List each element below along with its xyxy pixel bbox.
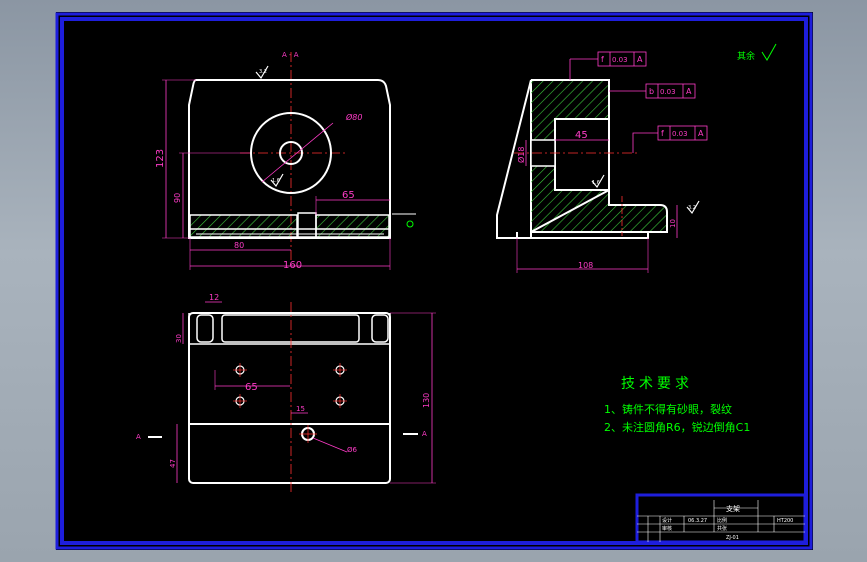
title-part-name: 支架	[726, 504, 740, 513]
top-dim-slot-depth: 30	[175, 334, 183, 343]
drawing-sheet: A - A Ø80 3.2 1.6 123 90 80 160 65 f 0.0…	[55, 12, 813, 550]
top-dim-hole-offset: 15	[296, 405, 305, 413]
top-dim-length: 130	[422, 393, 431, 408]
title-drawing-no: ZJ-01	[726, 535, 739, 541]
roughness-top-value: 3.2	[259, 69, 267, 75]
requirements-heading: 技术要求	[621, 376, 693, 392]
roughness-inner-value: 1.6	[592, 180, 600, 186]
svg-text:0.03: 0.03	[672, 130, 688, 138]
title-sheet-label: 共张	[717, 525, 727, 532]
roughness-note: 其余	[737, 50, 755, 62]
title-designer: 设计	[662, 517, 672, 524]
title-material: HT200	[777, 518, 793, 524]
top-dim-hole: Ø6	[347, 446, 358, 454]
section-arrow-left-label: A	[136, 433, 141, 441]
section-arrow-right-label: A	[422, 430, 427, 438]
svg-text:0.03: 0.03	[660, 88, 676, 96]
svg-text:b: b	[649, 87, 654, 96]
requirement-item-1: 1、铸件不得有砂眼，裂纹	[604, 402, 732, 416]
svg-text:A: A	[698, 129, 704, 138]
title-date: 06.3.27	[688, 518, 707, 524]
svg-text:f: f	[661, 129, 664, 138]
top-dim-hole-spacing: 65	[245, 382, 258, 393]
roughness-bore-value: 1.6	[272, 178, 280, 184]
svg-text:A: A	[637, 55, 643, 64]
title-checker: 审核	[662, 525, 672, 532]
front-dim-height-total: 123	[155, 149, 166, 168]
svg-text:0.03: 0.03	[612, 56, 628, 64]
side-dim-base-height: 10	[669, 219, 677, 228]
front-dim-offset: 65	[342, 190, 355, 201]
drawing-area	[56, 12, 813, 550]
side-dim-slot: 45	[575, 130, 588, 141]
front-dim-width-total: 160	[283, 260, 302, 271]
front-dim-height-bore: 90	[173, 193, 182, 203]
svg-text:f: f	[601, 55, 604, 64]
front-dim-half-width: 80	[234, 241, 244, 250]
top-dim-bottom: 47	[169, 459, 177, 468]
svg-text:A: A	[686, 87, 692, 96]
top-dim-slot-width: 12	[209, 293, 219, 302]
section-label: A - A	[282, 51, 299, 59]
front-dim-diameter: Ø80	[345, 112, 362, 122]
side-dim-bore: Ø18	[516, 147, 526, 163]
side-dim-base: 108	[578, 261, 593, 270]
title-scale-label: 比例	[717, 517, 727, 524]
roughness-base-value: 3.2	[688, 205, 696, 211]
requirement-item-2: 2、未注圆角R6，锐边倒角C1	[604, 420, 750, 434]
